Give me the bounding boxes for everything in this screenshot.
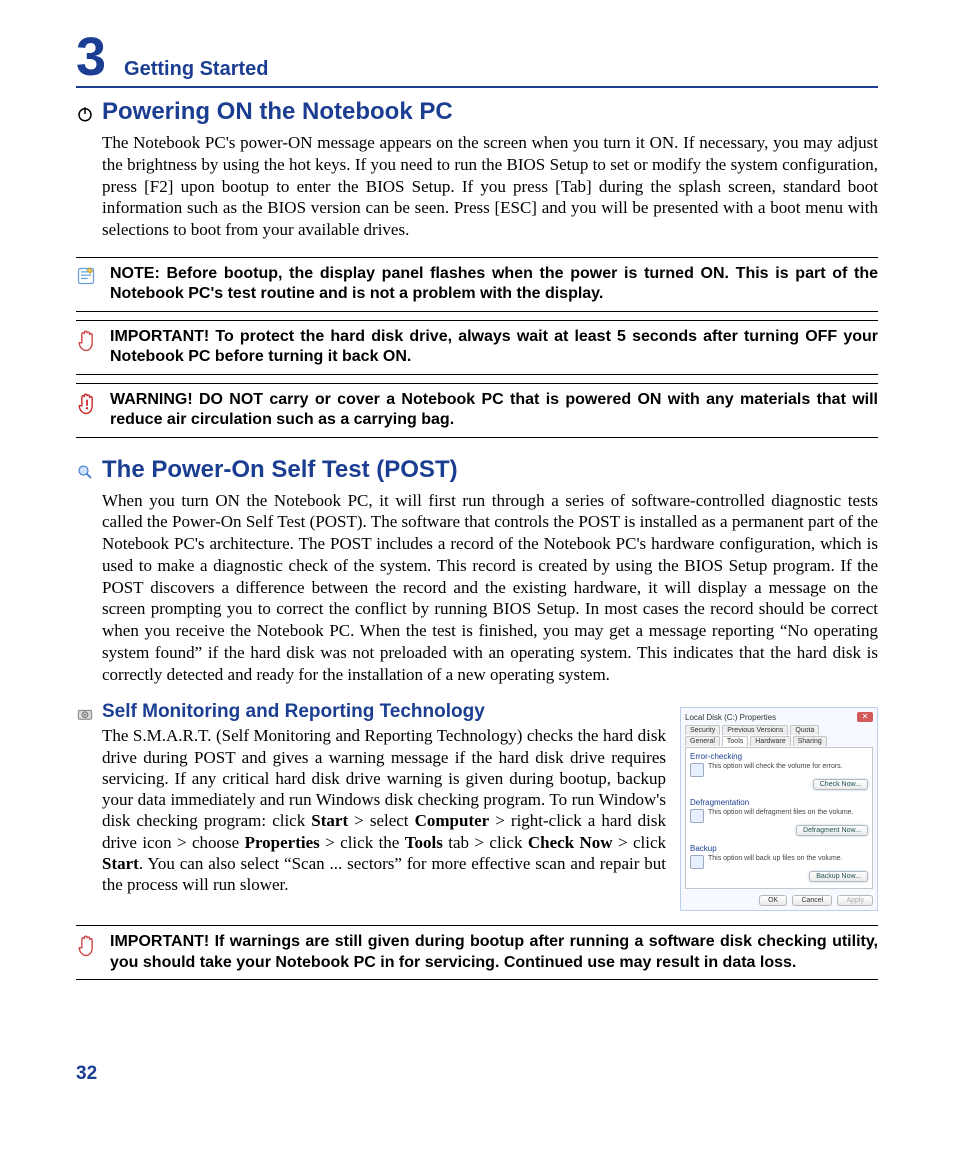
hand-stop-icon	[76, 327, 110, 353]
close-icon: ✕	[857, 712, 873, 722]
note-text: NOTE: Before bootup, the display panel f…	[110, 264, 878, 305]
smart-bold-start: Start	[311, 811, 348, 830]
warning-text: WARNING! DO NOT carry or cover a Noteboo…	[110, 390, 878, 431]
smart-section: Self Monitoring and Reporting Technology…	[76, 701, 878, 911]
chapter-title: Getting Started	[124, 58, 268, 81]
tab-quota: Quota	[790, 725, 819, 735]
section-post-heading: The Power-On Self Test (POST)	[102, 456, 458, 484]
defragment-now-button: Defragment Now...	[796, 825, 868, 836]
note-icon	[76, 264, 110, 286]
cancel-button: Cancel	[792, 895, 832, 906]
important-callout-1: IMPORTANT! To protect the hard disk driv…	[76, 320, 878, 375]
group-error-checking-title: Error-checking	[690, 752, 868, 761]
tab-tools: Tools	[722, 736, 748, 746]
powering-on-paragraph: The Notebook PC's power-ON message appea…	[102, 132, 878, 241]
rule	[76, 311, 878, 312]
chapter-number: 3	[76, 30, 106, 84]
apply-button: Apply	[837, 895, 873, 906]
smart-text-4: tab > click	[443, 833, 528, 852]
group-error-checking-desc: This option will check the volume for er…	[708, 763, 868, 770]
tab-hardware: Hardware	[750, 736, 790, 746]
smart-bold-tools: Tools	[405, 833, 443, 852]
important-text-2: IMPORTANT! If warnings are still given d…	[110, 932, 878, 973]
page-number: 32	[76, 1063, 97, 1085]
smart-bold-checknow: Check Now	[528, 833, 613, 852]
smart-paragraph: The S.M.A.R.T. (Self Monitoring and Repo…	[102, 725, 666, 895]
rule	[76, 437, 878, 438]
ok-button: OK	[759, 895, 787, 906]
chapter-header: 3 Getting Started	[76, 30, 878, 88]
section-post-header: The Power-On Self Test (POST)	[76, 456, 878, 484]
section-powering-on-heading: Powering ON the Notebook PC	[102, 98, 453, 126]
rule	[76, 383, 878, 384]
dialog-title: Local Disk (C:) Properties	[685, 713, 776, 722]
power-icon	[76, 105, 102, 123]
important-text-1: IMPORTANT! To protect the hard disk driv…	[110, 327, 878, 368]
properties-dialog-thumbnail: Local Disk (C:) Properties ✕ Security Pr…	[680, 707, 878, 911]
hand-stop-icon	[76, 932, 110, 958]
group-backup-desc: This option will back up files on the vo…	[708, 855, 868, 862]
backup-icon	[690, 855, 704, 869]
group-defrag-title: Defragmentation	[690, 798, 868, 807]
disk-icon	[76, 705, 102, 723]
rule	[76, 925, 878, 926]
post-paragraph: When you turn ON the Notebook PC, it wil…	[102, 490, 878, 686]
smart-bold-start2: Start	[102, 854, 139, 873]
rule	[76, 257, 878, 258]
tab-general: General	[685, 736, 720, 746]
important-callout-2: IMPORTANT! If warnings are still given d…	[76, 925, 878, 980]
backup-now-button: Backup Now...	[809, 871, 868, 882]
rule	[76, 979, 878, 980]
tab-previous-versions: Previous Versions	[722, 725, 788, 735]
group-backup-title: Backup	[690, 844, 868, 853]
smart-bold-properties: Properties	[245, 833, 320, 852]
check-disk-icon	[690, 763, 704, 777]
section-powering-on-header: Powering ON the Notebook PC	[76, 98, 878, 126]
smart-heading: Self Monitoring and Reporting Technology	[102, 701, 485, 723]
smart-text-post: . You can also select “Scan ... sectors”…	[102, 854, 666, 894]
smart-text-5: > click	[613, 833, 666, 852]
rule	[76, 374, 878, 375]
rule	[76, 320, 878, 321]
warning-callout: WARNING! DO NOT carry or cover a Noteboo…	[76, 383, 878, 438]
magnifier-icon	[76, 463, 102, 481]
group-defrag-desc: This option will defragment files on the…	[708, 809, 868, 816]
tab-sharing: Sharing	[793, 736, 827, 746]
tab-security: Security	[685, 725, 720, 735]
defrag-icon	[690, 809, 704, 823]
note-callout: NOTE: Before bootup, the display panel f…	[76, 257, 878, 312]
smart-header: Self Monitoring and Reporting Technology	[76, 701, 666, 723]
hand-warning-icon	[76, 390, 110, 416]
smart-text-3: > click the	[320, 833, 405, 852]
check-now-button: Check Now...	[813, 779, 868, 790]
smart-text-1: > select	[348, 811, 414, 830]
smart-bold-computer: Computer	[415, 811, 490, 830]
